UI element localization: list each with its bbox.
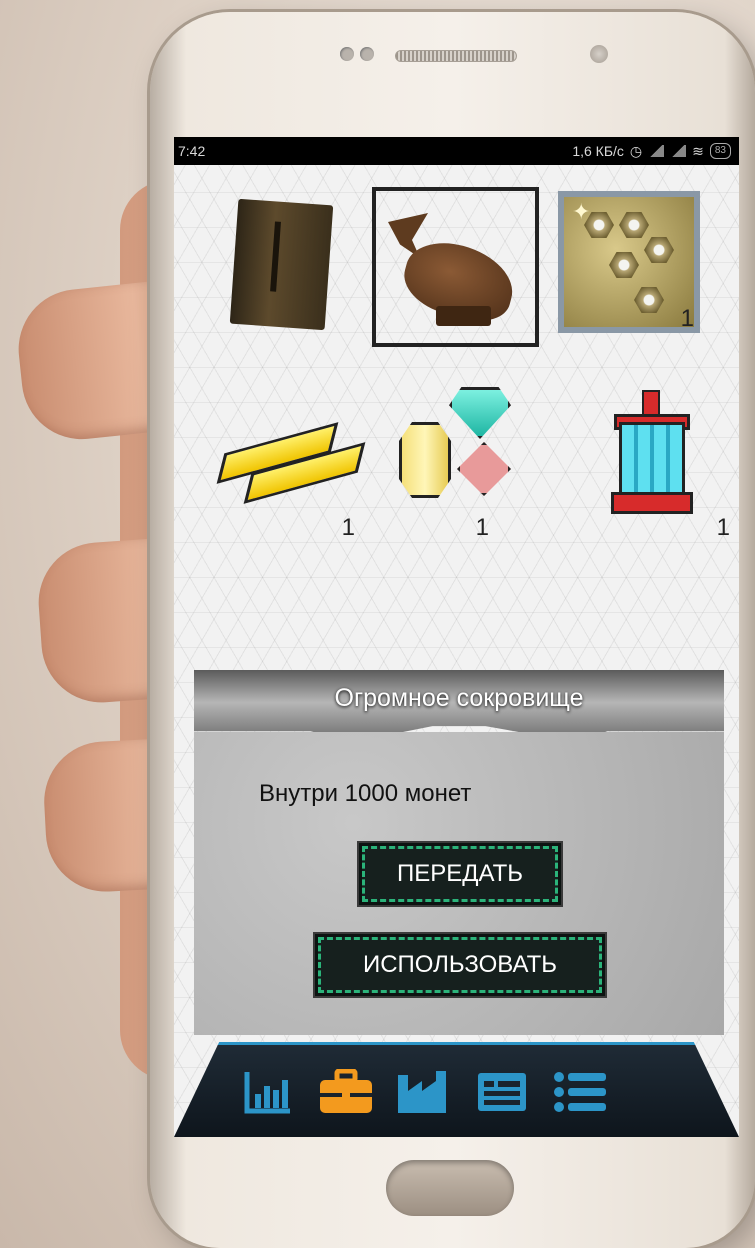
bolts-icon: ✦ (558, 191, 700, 333)
bottom-navigation (174, 1042, 739, 1137)
network-speed: 1,6 КБ/с (572, 143, 624, 159)
briefcase-icon[interactable] (317, 1067, 375, 1117)
status-icons: 1,6 КБ/с ◷ ≋ 83 (572, 137, 731, 165)
item-count: 1 (716, 514, 730, 541)
use-button[interactable]: ИСПОЛЬЗОВАТЬ (315, 934, 605, 996)
signal-icon (648, 145, 665, 157)
status-time: 7:42 (178, 143, 206, 159)
yellow-gem-icon (399, 422, 451, 498)
bolt-shape (634, 287, 664, 313)
transfer-button[interactable]: ПЕРЕДАТЬ (359, 843, 561, 905)
status-bar: 7:42 1,6 КБ/с ◷ ≋ 83 (174, 137, 739, 165)
pink-gem-icon (457, 442, 511, 496)
earpiece-speaker (395, 50, 517, 62)
pouch-icon (229, 198, 334, 331)
inventory-item-gems[interactable]: 1 (379, 382, 529, 542)
bolt-shape (644, 237, 674, 263)
wifi-icon: ≋ (692, 143, 704, 159)
sparkle-icon: ✦ (572, 199, 591, 224)
sensor-dots (340, 47, 380, 66)
home-button[interactable] (386, 1160, 514, 1216)
bolt-shape (619, 212, 649, 238)
inventory-item-gold[interactable]: 1 (209, 382, 366, 542)
alarm-icon: ◷ (629, 143, 643, 159)
item-dialog: Огромное сокровище Внутри 1000 монет ПЕР… (194, 670, 724, 1035)
menu-list-icon[interactable] (551, 1067, 609, 1117)
inventory-item-bolts[interactable]: ✦ 1 (554, 187, 704, 347)
item-count: 1 (341, 514, 355, 541)
lantern-glass (619, 422, 685, 498)
dialog-body: Внутри 1000 монет ПЕРЕДАТЬ ИСПОЛЬЗОВАТЬ (194, 732, 724, 1035)
diamond-icon (449, 387, 511, 439)
phone-frame: 7:42 1,6 КБ/с ◷ ≋ 83 ✦ 1 1 1 1 Огромное … (150, 12, 755, 1248)
factory-icon[interactable] (395, 1067, 453, 1117)
screen: 7:42 1,6 КБ/с ◷ ≋ 83 ✦ 1 1 1 1 Огромное … (174, 137, 739, 1137)
bolt-shape (609, 252, 639, 278)
battery-icon: 83 (709, 143, 731, 159)
front-camera (590, 45, 608, 63)
inventory-item-lantern[interactable]: 1 (584, 382, 734, 542)
item-count: 1 (680, 305, 694, 332)
item-description: Внутри 1000 монет (259, 780, 472, 807)
inventory-item-whale[interactable] (372, 187, 539, 347)
dialog-title: Огромное сокровище (334, 684, 584, 712)
chart-icon[interactable] (239, 1067, 297, 1117)
signal-icon (670, 145, 687, 157)
lantern-base (611, 492, 693, 514)
inventory-item-pouch[interactable] (204, 187, 354, 347)
list-card-icon[interactable] (473, 1067, 531, 1117)
item-count: 1 (475, 514, 489, 541)
whale-base (436, 306, 491, 326)
